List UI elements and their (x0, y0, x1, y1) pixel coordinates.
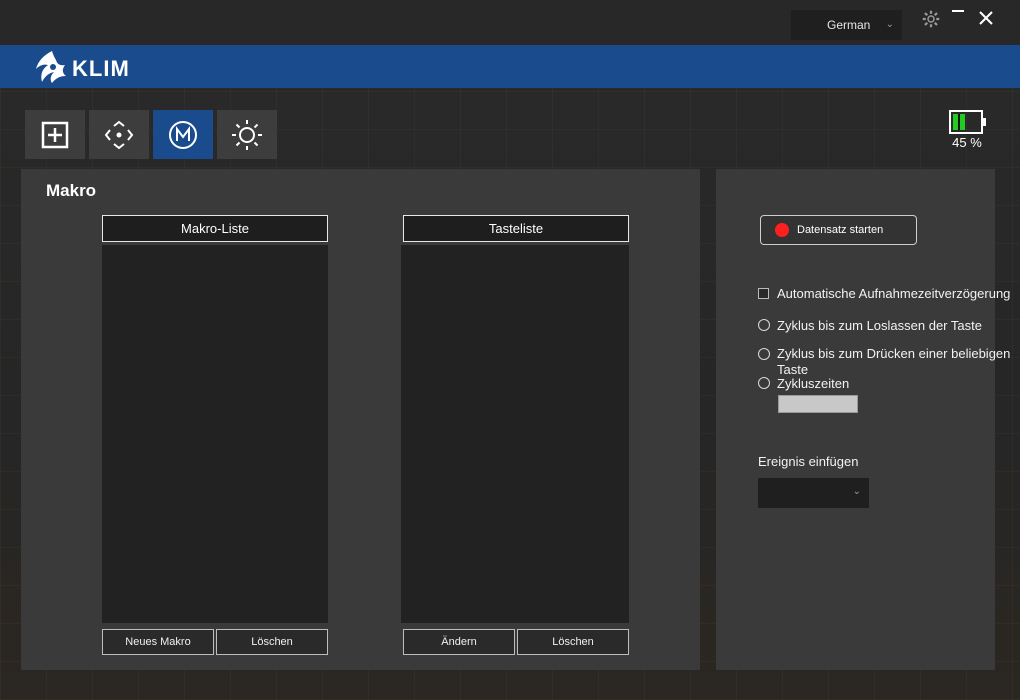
key-list[interactable] (401, 245, 629, 623)
start-recording-label: Datensatz starten (797, 224, 884, 236)
mode-release-radio[interactable] (758, 319, 770, 331)
language-select[interactable]: German ⌄ (791, 10, 902, 40)
battery-level: 45 % (952, 135, 982, 150)
brand-bar: KLIM (0, 45, 1020, 88)
edit-key-button[interactable]: Ändern (403, 629, 515, 655)
mode-anykey-label: Zyklus bis zum Drücken einer beliebigen … (777, 346, 1011, 377)
insert-event-label: Ereignis einfügen (758, 454, 859, 469)
macro-panel: Makro Makro-Liste Neues Makro Löschen Ta… (21, 169, 700, 670)
auto-delay-checkbox[interactable] (758, 288, 769, 299)
mode-cycles-label: Zykluszeiten (777, 376, 850, 391)
chevron-down-icon: ⌄ (852, 486, 861, 497)
gear-icon[interactable] (922, 10, 940, 28)
brand-name: KLIM (72, 56, 130, 81)
mode-cycles-radio[interactable] (758, 377, 770, 389)
cycle-count-input[interactable] (778, 395, 858, 413)
macro-list-header: Makro-Liste (102, 215, 328, 242)
tab-macro[interactable] (153, 110, 213, 159)
tab-dpi[interactable] (89, 110, 149, 159)
language-value: German (827, 18, 871, 32)
tab-lighting[interactable] (217, 110, 277, 159)
new-macro-button[interactable]: Neues Makro (102, 629, 214, 655)
close-icon[interactable] (978, 10, 994, 26)
sun-icon (232, 119, 262, 150)
delete-macro-button[interactable]: Löschen (216, 629, 328, 655)
mode-release-label: Zyklus bis zum Loslassen der Taste (777, 318, 982, 333)
move-arrows-icon (104, 120, 134, 149)
minimize-icon[interactable] (952, 10, 964, 12)
recording-panel: Datensatz starten Automatische Aufnahmez… (716, 169, 1010, 670)
macro-m-icon (169, 120, 197, 149)
record-dot-icon (775, 223, 789, 237)
mode-anykey-radio[interactable] (758, 348, 770, 360)
insert-event-select[interactable]: ⌄ (758, 478, 869, 508)
plus-square-icon (41, 121, 69, 148)
delete-key-button[interactable]: Löschen (517, 629, 629, 655)
key-list-header: Tasteliste (403, 215, 629, 242)
klim-logo-icon (36, 51, 66, 83)
section-title: Makro (46, 181, 97, 200)
title-bar: German ⌄ (0, 0, 1020, 45)
auto-delay-label: Automatische Aufnahmezeitverzögerung (777, 286, 1011, 301)
tab-buttons[interactable] (25, 110, 85, 159)
chevron-down-icon: ⌄ (885, 19, 894, 30)
macro-list[interactable] (102, 245, 328, 623)
battery-icon (949, 110, 986, 134)
start-recording-button[interactable]: Datensatz starten (760, 215, 917, 245)
